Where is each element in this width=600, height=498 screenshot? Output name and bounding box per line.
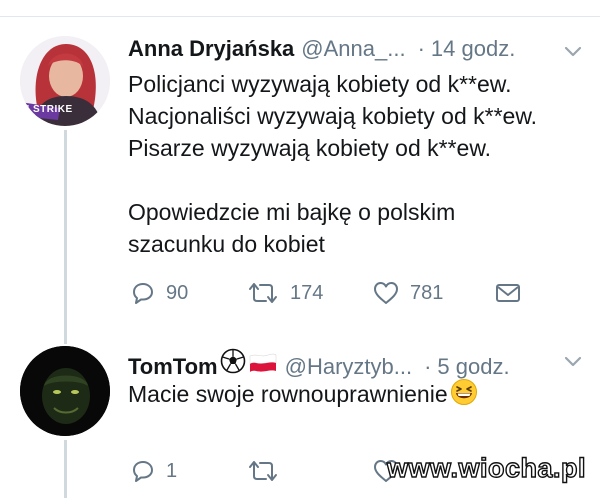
avatar-badge: N STRIKE (22, 104, 73, 115)
author-name[interactable]: Anna Dryjańska (128, 36, 294, 62)
reply-icon (133, 283, 153, 304)
author-name[interactable]: TomTom (128, 354, 218, 380)
author-handle[interactable]: @Haryztyb... (285, 354, 412, 380)
retweet-icon (249, 283, 277, 303)
thread-line (64, 130, 67, 330)
retweet-icon (249, 461, 277, 481)
thread-line-top (64, 330, 67, 344)
soccer-ball-icon (220, 348, 245, 374)
avatar[interactable]: N STRIKE (20, 36, 110, 126)
grinning-squinting-face-icon (450, 379, 477, 405)
separator-dot: · (417, 36, 425, 61)
like-count: 781 (410, 281, 444, 304)
watermark: www.wiocha.pl (386, 452, 586, 483)
reply-count: 90 (166, 281, 189, 304)
reply-action[interactable]: 1 (130, 458, 177, 484)
reply-icon (133, 461, 153, 482)
tweet-text: Policjanci wyzywają kobiety od k**ew. Na… (128, 71, 538, 257)
thread-line (64, 440, 67, 498)
avatar-image (20, 346, 110, 436)
chevron-down-icon[interactable] (562, 40, 584, 62)
reply-count: 1 (166, 459, 178, 482)
mail-icon (496, 284, 520, 302)
timestamp[interactable]: 14 godz. (431, 36, 515, 62)
separator-dot: · (424, 354, 432, 379)
timestamp[interactable]: 5 godz. (437, 354, 509, 380)
share-action[interactable] (494, 280, 522, 306)
poland-flag-icon (249, 353, 276, 372)
tweet-header: Anna Dryjańska @Anna_... · 14 godz. (128, 36, 515, 62)
reply-action[interactable]: 90 (130, 280, 188, 306)
retweet-count: 174 (290, 281, 324, 304)
chevron-down-icon[interactable] (562, 350, 584, 372)
author-handle[interactable]: @Anna_... (301, 36, 405, 62)
avatar[interactable] (20, 346, 110, 436)
tweet-text: Macie swoje rownouprawnienie (128, 378, 588, 410)
tweet-text-content: Macie swoje rownouprawnienie (128, 381, 448, 407)
tweet-1[interactable]: N STRIKE Anna Dryjańska @Anna_... · 14 g… (0, 0, 600, 330)
tweet-header: TomTom @Haryztyb... · 5 godz. (128, 348, 510, 380)
retweet-action[interactable]: 174 (246, 280, 323, 306)
like-action[interactable]: 781 (372, 280, 443, 306)
retweet-action[interactable] (246, 458, 280, 484)
heart-icon (374, 282, 398, 304)
